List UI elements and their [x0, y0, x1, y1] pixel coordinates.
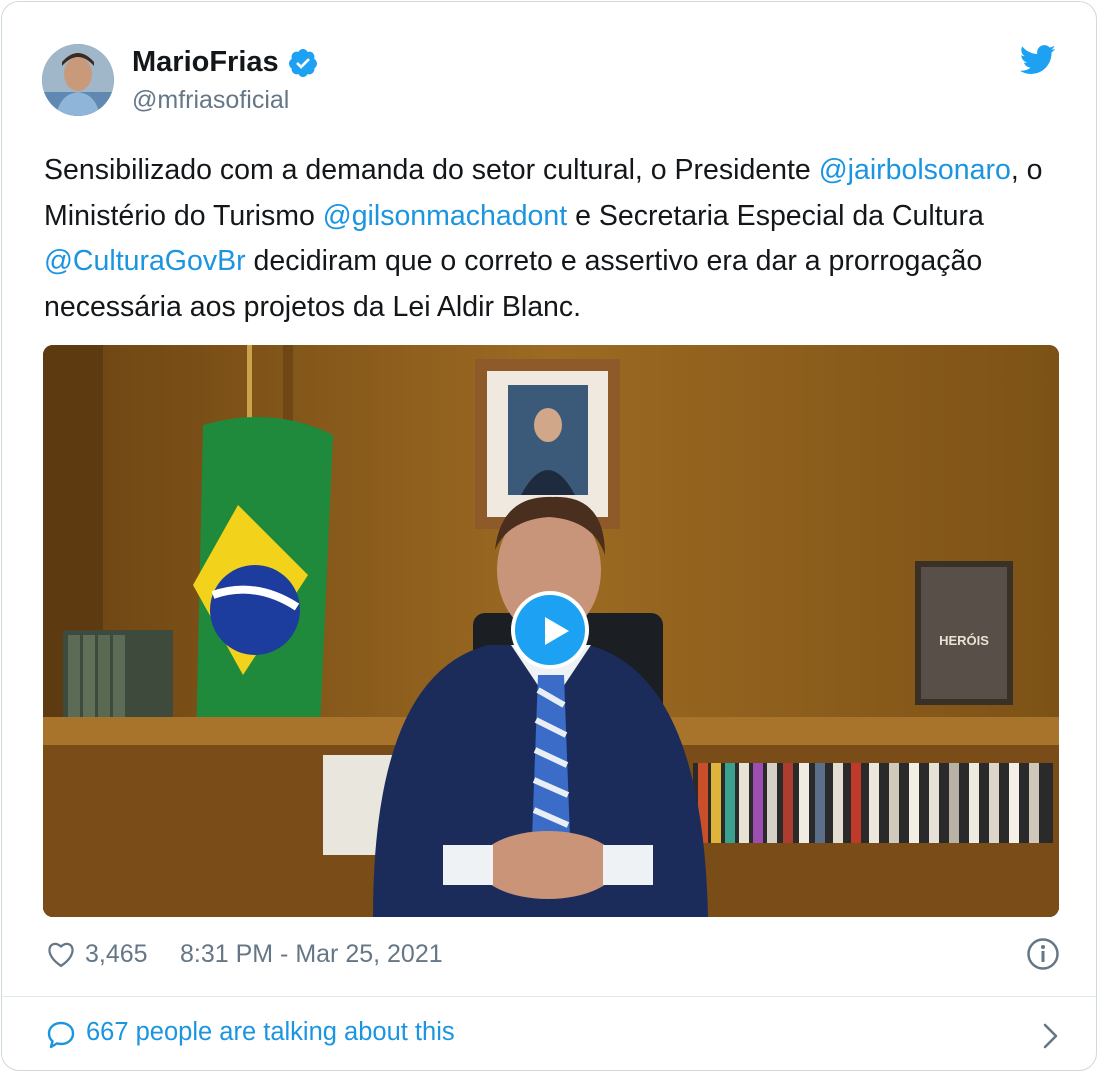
- divider: [2, 996, 1096, 997]
- talking-about-text[interactable]: 667 people are talking about this: [86, 1018, 455, 1047]
- info-icon[interactable]: [1026, 937, 1060, 971]
- poster-text: HERÓIS: [939, 633, 989, 648]
- tweet-card: MarioFrias @mfriasoficial Sensibilizado …: [1, 1, 1097, 1071]
- author-handle[interactable]: @mfriasoficial: [132, 86, 289, 115]
- video-player[interactable]: HERÓIS: [43, 345, 1059, 917]
- verified-badge-icon: [288, 48, 317, 77]
- tweet-text-segment: Sensibilizado com a demanda do setor cul…: [44, 154, 819, 186]
- speech-bubble-icon: [47, 1021, 75, 1049]
- mention-link[interactable]: @jairbolsonaro: [819, 154, 1011, 186]
- timestamp[interactable]: 8:31 PM - Mar 25, 2021: [180, 940, 443, 969]
- avatar[interactable]: [42, 44, 114, 116]
- chevron-right-icon: [1043, 1023, 1058, 1049]
- mention-link[interactable]: @CulturaGovBr: [44, 245, 246, 277]
- twitter-bird-icon[interactable]: [1020, 44, 1056, 76]
- like-count[interactable]: 3,465: [85, 940, 148, 969]
- play-button[interactable]: [511, 591, 589, 669]
- tweet-text: Sensibilizado com a demanda do setor cul…: [44, 148, 1064, 330]
- author-name-row[interactable]: MarioFrias: [132, 46, 319, 79]
- tweet-header: MarioFrias @mfriasoficial: [42, 42, 1056, 122]
- tweet-text-segment: e Secretaria Especial da Cultura: [567, 199, 984, 232]
- play-icon: [545, 617, 569, 645]
- tweet-meta: 3,465 8:31 PM - Mar 25, 2021: [44, 936, 1064, 976]
- author-name[interactable]: MarioFrias: [132, 46, 279, 79]
- heart-icon[interactable]: [46, 940, 76, 968]
- conversation-link[interactable]: 667 people are talking about this: [44, 1012, 1064, 1056]
- mention-link[interactable]: @gilsonmachadont: [323, 200, 567, 232]
